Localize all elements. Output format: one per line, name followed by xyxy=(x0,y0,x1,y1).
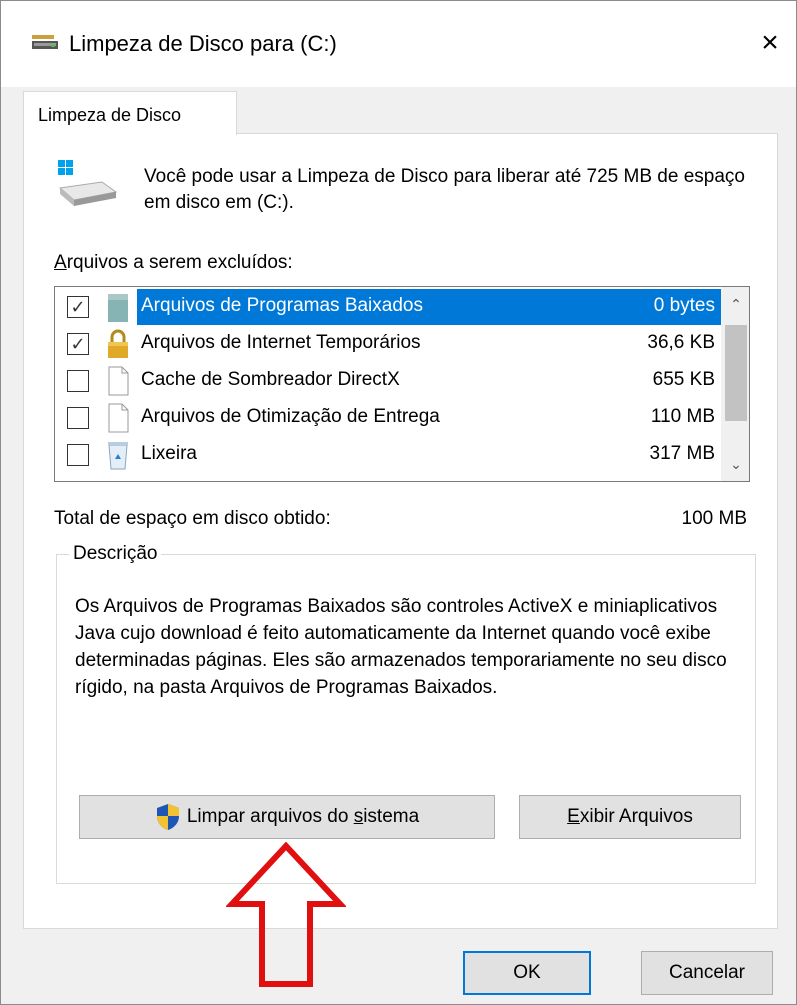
label-part: Limpar arquivos do xyxy=(186,806,354,827)
disk-cleanup-window: Limpeza de Disco para (C:) × Limpeza de … xyxy=(0,0,797,1005)
files-label-text: rquivos a serem excluídos: xyxy=(66,252,293,273)
drive-icon xyxy=(58,160,118,206)
list-item-partial[interactable] xyxy=(55,474,723,482)
file-category-size: 36,6 KB xyxy=(647,332,715,353)
label-part: xibir Arquivos xyxy=(579,806,693,827)
disk-cleanup-icon xyxy=(32,35,58,49)
description-legend: Descrição xyxy=(69,543,162,565)
file-category-name: Arquivos de Programas Baixados xyxy=(137,289,637,325)
tab-panel: Você pode usar a Limpeza de Disco para l… xyxy=(23,133,778,929)
list-item[interactable]: ✓ Arquivos de Programas Baixados 0 bytes xyxy=(55,289,723,325)
intro-text: Você pode usar a Limpeza de Disco para l… xyxy=(144,166,745,213)
total-space-value: 100 MB xyxy=(681,508,747,529)
file-category-name: Lixeira xyxy=(141,443,197,464)
clean-system-files-label: Limpar arquivos do sistema xyxy=(187,806,419,828)
tab-disk-cleanup[interactable]: Limpeza de Disco xyxy=(23,91,237,135)
downloaded-programs-icon xyxy=(108,294,128,322)
file-category-name: Cache de Sombreador DirectX xyxy=(141,369,400,390)
files-label-accelerator: A xyxy=(54,252,67,273)
window-title: Limpeza de Disco para (C:) xyxy=(69,31,337,56)
list-item[interactable]: Arquivos de Otimização de Entrega 110 MB xyxy=(55,400,723,436)
scroll-down-icon[interactable]: ⌄ xyxy=(722,451,749,477)
file-category-size: 110 MB xyxy=(650,406,715,427)
uac-shield-icon xyxy=(156,804,179,830)
view-files-button[interactable]: Exibir Arquivos xyxy=(519,795,741,839)
ok-button[interactable]: OK xyxy=(463,951,591,995)
scroll-thumb[interactable] xyxy=(725,325,747,421)
file-category-size: 655 KB xyxy=(652,369,715,390)
checkbox[interactable] xyxy=(67,444,89,466)
blank-file-icon xyxy=(108,403,129,433)
list-item[interactable]: ✓ Arquivos de Internet Temporários 36,6 … xyxy=(55,326,723,362)
file-category-size: 317 MB xyxy=(649,443,715,464)
label-part: istema xyxy=(363,806,420,827)
files-to-delete-label: Arquivos a serem excluídos: xyxy=(54,252,293,274)
description-text: Os Arquivos de Programas Baixados são co… xyxy=(75,596,727,698)
cancel-button[interactable]: Cancelar xyxy=(641,951,773,995)
lock-icon xyxy=(108,329,128,358)
clean-system-files-button[interactable]: Limpar arquivos do sistema xyxy=(79,795,495,839)
checkbox[interactable]: ✓ xyxy=(67,333,89,355)
description-group: Descrição Os Arquivos de Programas Baixa… xyxy=(56,543,756,884)
file-category-name: Arquivos de Otimização de Entrega xyxy=(141,406,440,427)
checkbox[interactable]: ✓ xyxy=(67,296,89,318)
checkbox[interactable] xyxy=(67,481,89,482)
file-category-size: 0 bytes xyxy=(633,289,723,325)
listbox-scrollbar[interactable]: ⌃ ⌄ xyxy=(721,287,749,481)
checkbox[interactable] xyxy=(67,407,89,429)
list-item[interactable]: Lixeira 317 MB xyxy=(55,437,723,473)
label-accelerator: E xyxy=(567,806,580,827)
close-icon[interactable]: × xyxy=(750,21,790,65)
files-listbox[interactable]: ✓ Arquivos de Programas Baixados 0 bytes… xyxy=(54,286,750,482)
file-category-name: Arquivos de Internet Temporários xyxy=(141,332,421,353)
blank-file-icon xyxy=(108,366,129,396)
recycle-bin-icon xyxy=(108,442,128,470)
list-item[interactable]: Cache de Sombreador DirectX 655 KB xyxy=(55,363,723,399)
scroll-up-icon[interactable]: ⌃ xyxy=(722,291,749,317)
checkbox[interactable] xyxy=(67,370,89,392)
label-accelerator: s xyxy=(353,806,364,827)
total-space-label: Total de espaço em disco obtido: xyxy=(54,508,331,529)
title-bar: Limpeza de Disco para (C:) × xyxy=(1,1,796,87)
annotation-arrow-icon xyxy=(226,842,346,987)
